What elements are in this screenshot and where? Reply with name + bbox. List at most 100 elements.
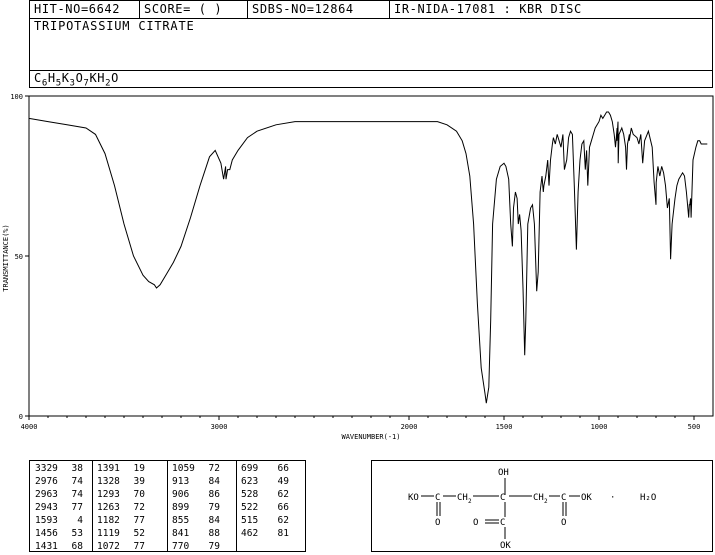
x-tick-label: 1500 xyxy=(496,423,513,431)
x-axis: 4000 3000 2000 1500 1000 500 xyxy=(21,416,701,431)
plot-frame xyxy=(28,95,714,417)
peak-transmittance: 72 xyxy=(208,463,220,474)
svg-text:CH: CH xyxy=(457,493,468,503)
peak-wavenumber: 528 xyxy=(241,489,259,500)
svg-text:C: C xyxy=(435,493,440,503)
peak-entry: 2943 77 xyxy=(35,501,83,514)
peak-transmittance: 81 xyxy=(277,528,289,539)
peak-entry: 3329 38 xyxy=(35,462,83,475)
peak-wavenumber: 699 xyxy=(241,463,259,474)
peak-transmittance: 70 xyxy=(133,489,145,500)
x-axis-label: WAVENUMBER(-1) xyxy=(341,433,400,441)
peak-wavenumber: 2943 xyxy=(35,502,58,513)
peak-transmittance: 77 xyxy=(133,541,145,552)
peak-wavenumber: 1182 xyxy=(97,515,120,526)
peak-entry: 1431 68 xyxy=(35,540,83,553)
peak-transmittance: 86 xyxy=(208,489,220,500)
peak-wavenumber: 623 xyxy=(241,476,259,487)
svg-text:CH: CH xyxy=(533,493,544,503)
peak-transmittance: 39 xyxy=(133,476,145,487)
peak-transmittance: 77 xyxy=(71,502,83,513)
svg-text:C: C xyxy=(500,493,505,503)
carbonyl-o-right: O xyxy=(561,518,566,528)
peak-wavenumber: 1293 xyxy=(97,489,120,500)
peak-transmittance: 19 xyxy=(133,463,145,474)
peak-entry: 1456 53 xyxy=(35,527,83,540)
peak-transmittance: 38 xyxy=(71,463,83,474)
svg-text:2: 2 xyxy=(468,498,472,505)
peak-entry: 1391 19 xyxy=(97,462,145,475)
carbonyl-o-center: O xyxy=(473,518,478,528)
peak-entry: 1059 72 xyxy=(172,462,220,475)
peak-entry: 1328 39 xyxy=(97,475,145,488)
peak-wavenumber: 1431 xyxy=(35,541,58,552)
peak-wavenumber: 1328 xyxy=(97,476,120,487)
peak-wavenumber: 515 xyxy=(241,515,259,526)
peak-entry: 770 79 xyxy=(172,540,220,553)
peak-wavenumber: 2963 xyxy=(35,489,58,500)
peak-table: 3329 38 2976 74 2963 74 2943 77 1593 4 1456 53 1431 6… xyxy=(29,460,306,552)
peak-entry: 1263 72 xyxy=(97,501,145,514)
peak-entry: 899 79 xyxy=(172,501,220,514)
x-tick-label: 500 xyxy=(688,423,701,431)
peak-wavenumber: 906 xyxy=(172,489,190,500)
y-axis-label: TRANSMITTANCE(%) xyxy=(2,224,10,291)
peak-transmittance: 4 xyxy=(77,515,83,526)
peak-wavenumber: 913 xyxy=(172,476,190,487)
peak-wavenumber: 1072 xyxy=(97,541,120,552)
spectrum-line xyxy=(28,111,708,404)
left-ko-label: KO xyxy=(408,493,419,503)
peak-wavenumber: 1456 xyxy=(35,528,58,539)
peak-transmittance: 74 xyxy=(71,489,83,500)
peak-transmittance: 62 xyxy=(277,489,289,500)
hydrate-label: H₂O xyxy=(640,493,656,503)
svg-text:2: 2 xyxy=(544,498,548,505)
peak-wavenumber: 841 xyxy=(172,528,190,539)
peak-entry: 913 84 xyxy=(172,475,220,488)
peak-transmittance: 68 xyxy=(71,541,83,552)
y-axis: 0 50 100 xyxy=(10,93,29,421)
bottom-ok-label: OK xyxy=(500,541,511,551)
peak-transmittance: 66 xyxy=(277,502,289,513)
peak-transmittance: 77 xyxy=(133,515,145,526)
peak-entry: 528 62 xyxy=(241,488,289,501)
structure-drawing: OH KO C CH 2 C CH 2 C OK · H₂O O O C O O… xyxy=(408,468,656,551)
peak-entry: 515 62 xyxy=(241,514,289,527)
peak-transmittance: 49 xyxy=(277,476,289,487)
peak-entry: 906 86 xyxy=(172,488,220,501)
peak-transmittance: 74 xyxy=(71,476,83,487)
x-tick-label: 2000 xyxy=(401,423,418,431)
peak-wavenumber: 3329 xyxy=(35,463,58,474)
peak-transmittance: 66 xyxy=(277,463,289,474)
peak-wavenumber: 1391 xyxy=(97,463,120,474)
peak-entry: 841 88 xyxy=(172,527,220,540)
carbonyl-o-left: O xyxy=(435,518,440,528)
peak-entry: 522 66 xyxy=(241,501,289,514)
peak-wavenumber: 770 xyxy=(172,541,190,552)
peak-entry: 1293 70 xyxy=(97,488,145,501)
peak-wavenumber: 2976 xyxy=(35,476,58,487)
peak-transmittance: 62 xyxy=(277,515,289,526)
peak-entry: 1593 4 xyxy=(35,514,83,527)
svg-text:C: C xyxy=(561,493,566,503)
peak-entry: 2963 74 xyxy=(35,488,83,501)
peak-entry: 855 84 xyxy=(172,514,220,527)
y-tick-label: 0 xyxy=(19,413,23,421)
peak-transmittance: 84 xyxy=(208,515,220,526)
y-tick-label: 100 xyxy=(10,93,23,101)
ir-spectrum-chart: 0 50 100 4000 3000 2000 1500 1000 500 TRANSMITT… xyxy=(2,93,714,441)
peak-entry: 462 81 xyxy=(241,527,289,540)
peak-transmittance: 88 xyxy=(208,528,220,539)
x-tick-label: 1000 xyxy=(591,423,608,431)
peak-entry: 1182 77 xyxy=(97,514,145,527)
peak-transmittance: 79 xyxy=(208,502,220,513)
table-column-divider xyxy=(236,461,237,551)
peak-wavenumber: 855 xyxy=(172,515,190,526)
peak-wavenumber: 1059 xyxy=(172,463,195,474)
right-ok-label: OK xyxy=(581,493,592,503)
peak-entry: 699 66 xyxy=(241,462,289,475)
peak-wavenumber: 522 xyxy=(241,502,259,513)
peak-wavenumber: 462 xyxy=(241,528,259,539)
peak-transmittance: 52 xyxy=(133,528,145,539)
peak-transmittance: 53 xyxy=(71,528,83,539)
